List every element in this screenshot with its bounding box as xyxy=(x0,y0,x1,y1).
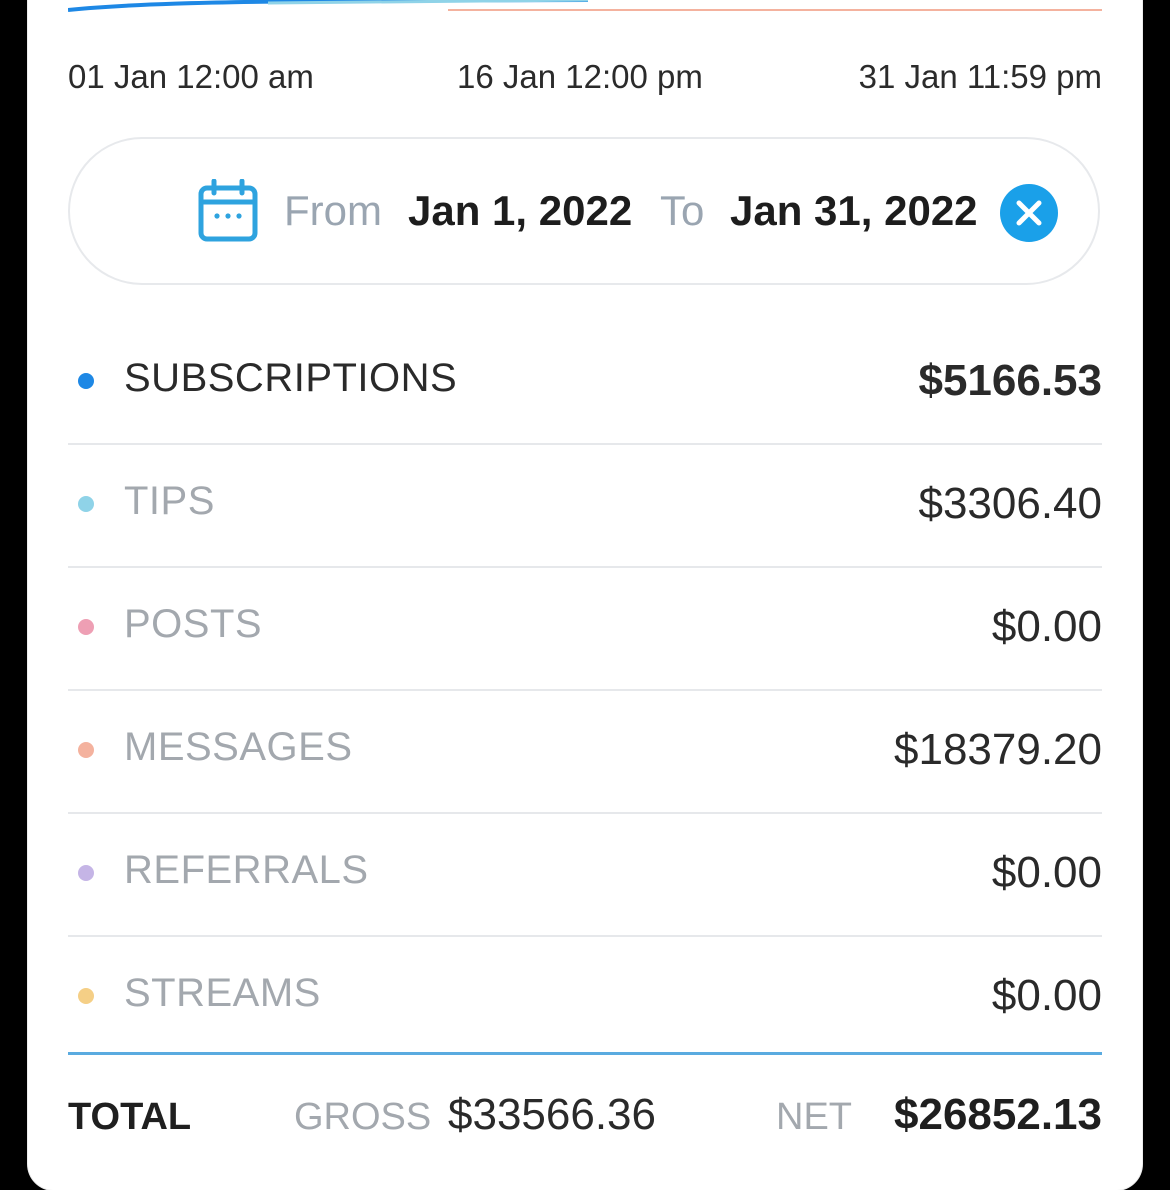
list-item: REFERRALS $0.00 xyxy=(68,814,1102,937)
category-dot-icon xyxy=(78,496,94,512)
earnings-chart-edge xyxy=(68,0,1102,12)
total-label: TOTAL xyxy=(68,1096,192,1138)
list-item: MESSAGES $18379.20 xyxy=(68,691,1102,814)
date-from-label: From xyxy=(284,187,382,234)
total-divider xyxy=(68,1052,1102,1055)
net-value: $26852.13 xyxy=(894,1090,1102,1139)
gross-value: $33566.36 xyxy=(448,1090,656,1139)
chart-x-axis-labels: 01 Jan 12:00 am 16 Jan 12:00 pm 31 Jan 1… xyxy=(68,58,1102,98)
category-dot-icon xyxy=(78,619,94,635)
category-value: $5166.53 xyxy=(918,356,1102,405)
category-value: $18379.20 xyxy=(894,725,1102,774)
date-from-value[interactable]: Jan 1, 2022 xyxy=(408,185,632,237)
category-label: TIPS xyxy=(124,479,215,523)
category-dot-icon xyxy=(78,373,94,389)
date-to-value[interactable]: Jan 31, 2022 xyxy=(730,185,978,237)
category-label: SUBSCRIPTIONS xyxy=(124,356,458,400)
category-dot-icon xyxy=(78,988,94,1004)
axis-label-middle: 16 Jan 12:00 pm xyxy=(457,58,703,95)
list-item: POSTS $0.00 xyxy=(68,568,1102,691)
category-label: REFERRALS xyxy=(124,848,369,892)
close-icon xyxy=(1016,200,1042,226)
category-value: $0.00 xyxy=(991,848,1102,897)
calendar-icon xyxy=(198,179,258,242)
list-item: SUBSCRIPTIONS $5166.53 xyxy=(68,322,1102,445)
list-item: STREAMS $0.00 xyxy=(68,937,1102,1058)
category-dot-icon xyxy=(78,865,94,881)
category-label: STREAMS xyxy=(124,971,321,1015)
net-label: NET xyxy=(776,1096,852,1138)
earnings-breakdown-list: SUBSCRIPTIONS $5166.53 TIPS $3306.40 POSTS $0… xyxy=(68,322,1102,1058)
date-to-label: To xyxy=(660,187,705,234)
category-label: POSTS xyxy=(124,602,263,646)
date-range-picker[interactable]: From Jan 1, 2022 To Jan 31, 2022 xyxy=(68,137,1100,285)
list-item: TIPS $3306.40 xyxy=(68,445,1102,568)
category-dot-icon xyxy=(78,742,94,758)
category-value: $0.00 xyxy=(991,602,1102,651)
axis-label-end: 31 Jan 11:59 pm xyxy=(858,58,1102,95)
gross-label: GROSS xyxy=(294,1096,432,1138)
category-label: MESSAGES xyxy=(124,725,353,769)
category-value: $0.00 xyxy=(991,971,1102,1020)
axis-label-start: 01 Jan 12:00 am xyxy=(68,58,314,95)
category-value: $3306.40 xyxy=(918,479,1102,528)
clear-date-button[interactable] xyxy=(1000,184,1058,242)
